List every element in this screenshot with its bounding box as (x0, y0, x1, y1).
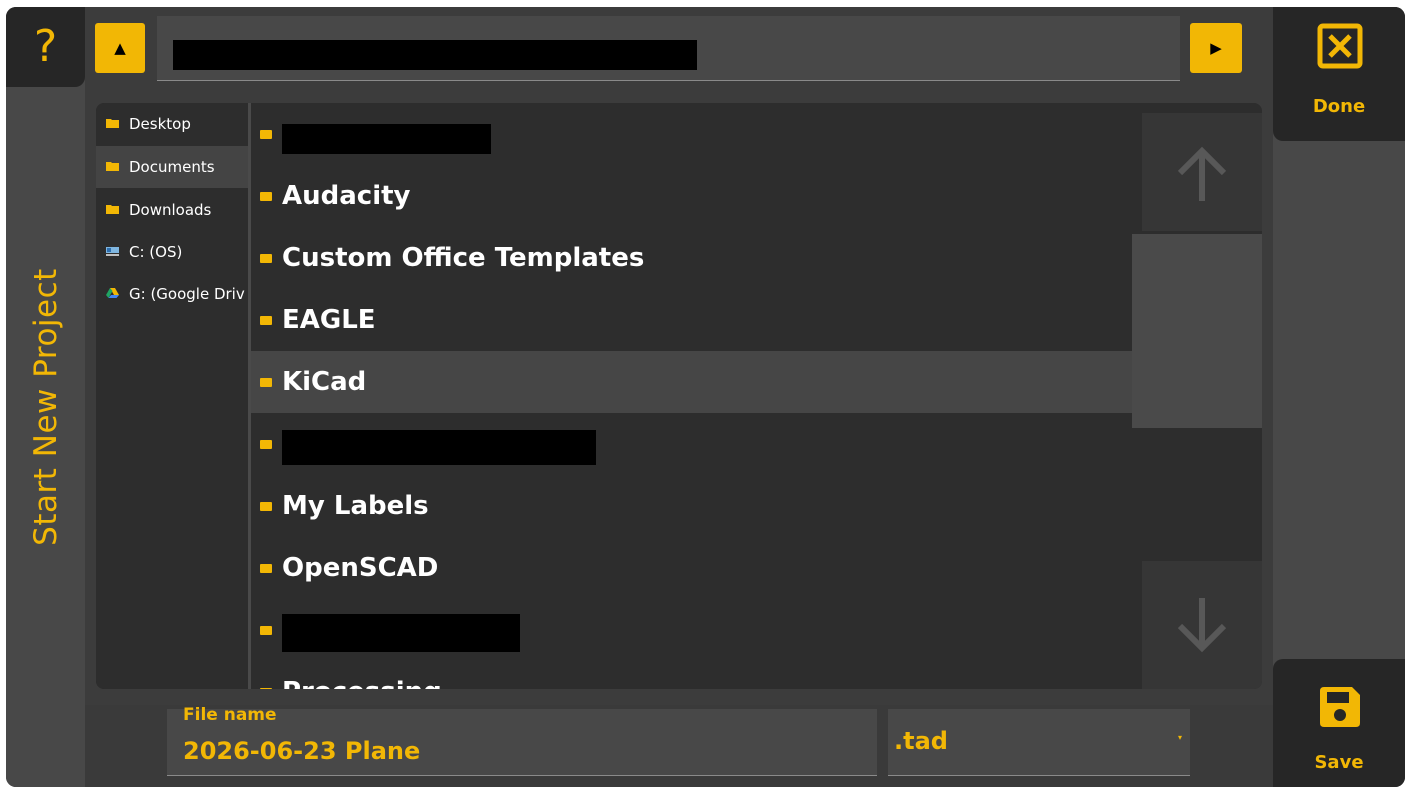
folder-row[interactable] (251, 413, 1132, 475)
place-desktop[interactable]: Desktop (96, 103, 248, 145)
scroll-up-button[interactable] (1142, 113, 1262, 231)
file-name-field[interactable]: File name 2026-06-23 Plane (167, 705, 877, 776)
folder-row[interactable]: Custom Office Templates (251, 227, 1132, 289)
google-drive-icon (106, 288, 119, 298)
folder-list: Audacity Custom Office Templates EAGLE K… (251, 103, 1132, 689)
chevron-down-icon: ▾ (1177, 733, 1182, 742)
folder-icon (260, 316, 272, 325)
folder-row[interactable]: My Labels (251, 475, 1132, 537)
help-icon: ? (33, 21, 58, 72)
folder-icon (260, 502, 272, 511)
folder-icon (260, 254, 272, 263)
drive-icon (106, 247, 119, 256)
extension-value: .tad (894, 727, 948, 755)
folder-label: Audacity (282, 181, 411, 211)
scroll-down-button[interactable] (1142, 561, 1262, 689)
folder-label: OpenSCAD (282, 553, 439, 583)
place-downloads[interactable]: Downloads (96, 189, 248, 231)
folder-row[interactable] (251, 103, 1132, 165)
folder-row[interactable]: Processing (251, 661, 1132, 689)
folder-icon (260, 130, 272, 139)
place-google-drive[interactable]: G: (Google Driv (96, 273, 248, 315)
folder-icon (260, 440, 272, 449)
place-label: Downloads (129, 201, 212, 219)
place-label: Documents (129, 158, 215, 176)
save-button[interactable]: Save (1273, 659, 1405, 787)
place-label: Desktop (129, 115, 191, 133)
file-dialog: ? Start New Project ▲ ▶ Desktop Document… (6, 7, 1405, 787)
folder-icon (260, 192, 272, 201)
parent-folder-button[interactable]: ▲ (95, 23, 145, 73)
dialog-title: Start New Project (28, 268, 64, 546)
folder-row-selected[interactable]: KiCad (251, 351, 1132, 413)
arrow-down-icon (1177, 598, 1227, 653)
up-arrow-icon: ▲ (114, 39, 126, 57)
folder-icon (260, 564, 272, 573)
file-name-caption: File name (183, 705, 277, 725)
folder-icon (106, 119, 119, 128)
forward-arrow-icon: ▶ (1210, 39, 1222, 57)
places-panel: Desktop Documents Downloads C: (OS) G: (… (96, 103, 251, 689)
place-label: G: (Google Driv (129, 285, 245, 303)
left-strip: ? Start New Project (6, 7, 85, 787)
scrollbar-thumb[interactable] (1132, 234, 1262, 428)
redacted-block (282, 124, 491, 154)
done-label: Done (1312, 96, 1366, 117)
folder-icon (260, 688, 272, 689)
place-documents[interactable]: Documents (96, 146, 248, 188)
folder-row[interactable]: EAGLE (251, 289, 1132, 351)
forward-button[interactable]: ▶ (1190, 23, 1242, 73)
bottom-bar: File name 2026-06-23 Plane .tad ▾ (85, 705, 1273, 787)
folder-row[interactable]: Audacity (251, 165, 1132, 227)
folder-row[interactable]: OpenSCAD (251, 537, 1132, 599)
right-strip: Done Save (1273, 7, 1405, 787)
folder-label: Processing (282, 661, 442, 689)
save-label: Save (1314, 752, 1364, 773)
redacted-block (282, 430, 596, 465)
arrow-up-icon (1177, 146, 1227, 201)
folder-row[interactable] (251, 599, 1132, 661)
done-button[interactable]: Done (1273, 7, 1405, 141)
folder-label: KiCad (282, 367, 367, 397)
folder-icon (260, 626, 272, 635)
folder-icon (106, 205, 119, 214)
redacted-block (173, 40, 697, 70)
close-box-icon (1317, 23, 1363, 69)
redacted-block (282, 614, 520, 652)
folder-label: My Labels (282, 491, 429, 521)
path-field[interactable] (157, 16, 1180, 81)
extension-select[interactable]: .tad ▾ (888, 709, 1190, 776)
save-disk-icon (1320, 687, 1360, 727)
folder-icon (106, 162, 119, 171)
help-button[interactable]: ? (6, 7, 85, 87)
folder-label: EAGLE (282, 305, 376, 335)
place-c-drive[interactable]: C: (OS) (96, 231, 248, 273)
file-name-value: 2026-06-23 Plane (183, 737, 421, 765)
folder-label: Custom Office Templates (282, 243, 645, 273)
file-browser: Desktop Documents Downloads C: (OS) G: (… (96, 103, 1262, 689)
place-label: C: (OS) (129, 243, 183, 261)
folder-icon (260, 378, 272, 387)
